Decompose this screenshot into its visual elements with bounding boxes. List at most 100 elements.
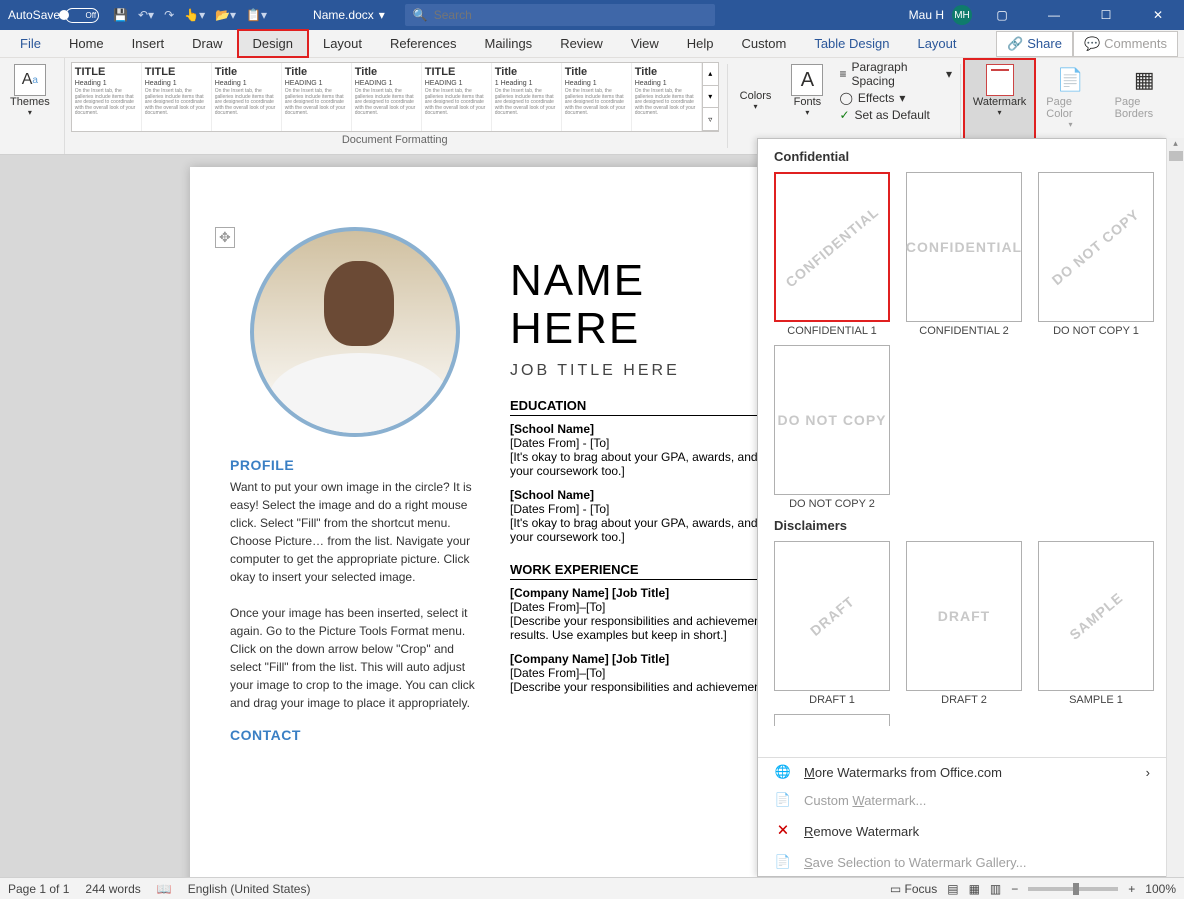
close-icon[interactable]: ✕ (1136, 0, 1180, 30)
style-gallery-item[interactable]: TitleHeading 1On the Insert tab, the gal… (212, 63, 282, 131)
style-gallery-item[interactable]: Title1 Heading 1On the Insert tab, the g… (492, 63, 562, 131)
watermark-thumbnail[interactable]: CONFIDENTIAL (906, 172, 1022, 322)
avatar[interactable]: MH (952, 5, 972, 25)
word-count[interactable]: 244 words (85, 882, 140, 896)
style-gallery-item[interactable]: TitleHEADING 1On the Insert tab, the gal… (282, 63, 352, 131)
minimize-icon[interactable]: — (1032, 0, 1076, 30)
remove-watermark-item[interactable]: 🗙Remove Watermark (758, 814, 1166, 848)
style-gallery-item[interactable]: TITLEHEADING 1On the Insert tab, the gal… (422, 63, 492, 131)
zoom-out-button[interactable]: − (1011, 882, 1018, 896)
touch-mode-icon[interactable]: 👆▾ (184, 8, 205, 22)
watermark-thumbnail[interactable]: SAMPLE (1038, 541, 1154, 691)
autosave-toggle[interactable]: AutoSave Off (0, 8, 107, 23)
document-title[interactable]: Name.docx ▾ (313, 8, 385, 22)
search-box[interactable]: 🔍 (405, 4, 715, 26)
style-gallery-item[interactable]: TitleHeading 1On the Insert tab, the gal… (562, 63, 632, 131)
page-icon: 📄 (774, 792, 792, 808)
print-layout-icon[interactable]: ▦ (969, 882, 980, 896)
watermark-label: DRAFT 2 (941, 694, 987, 706)
tab-review[interactable]: Review (546, 31, 617, 56)
toggle-switch[interactable]: Off (65, 8, 99, 23)
web-layout-icon[interactable]: ▥ (990, 882, 1001, 896)
tab-insert[interactable]: Insert (118, 31, 179, 56)
open-icon[interactable]: 📂▾ (215, 8, 236, 22)
style-gallery-item[interactable]: TITLEHeading 1On the Insert tab, the gal… (142, 63, 212, 131)
copy-icon[interactable]: 📋▾ (246, 8, 267, 22)
style-gallery-item[interactable]: TITLEHeading 1On the Insert tab, the gal… (72, 63, 142, 131)
spell-check-icon[interactable]: 📖 (157, 882, 172, 896)
focus-mode-button[interactable]: ▭ Focus (890, 882, 937, 896)
watermark-thumbnail[interactable]: DO NOT COPY (1038, 172, 1154, 322)
watermark-thumbnail[interactable]: DRAFT (906, 541, 1022, 691)
watermark-label: SAMPLE 1 (1069, 694, 1123, 706)
status-bar: Page 1 of 1 244 words 📖 English (United … (0, 877, 1184, 899)
more-watermarks-item[interactable]: 🌐More Watermarks from Office.com› (758, 758, 1166, 786)
effects-button[interactable]: ◯Effects ▾ (839, 91, 952, 105)
page-indicator[interactable]: Page 1 of 1 (8, 882, 69, 896)
comments-button[interactable]: 💬 Comments (1073, 31, 1178, 57)
save-selection-item: 📄Save Selection to Watermark Gallery... (758, 848, 1166, 876)
tab-references[interactable]: References (376, 31, 470, 56)
group-label-formatting: Document Formatting (342, 134, 448, 146)
tab-table-layout[interactable]: Layout (903, 31, 970, 56)
style-gallery-item[interactable]: TitleHEADING 1On the Insert tab, the gal… (352, 63, 422, 131)
profile-photo[interactable] (250, 227, 460, 437)
effects-icon: ◯ (839, 91, 852, 105)
globe-icon: 🌐 (774, 764, 792, 780)
share-button[interactable]: 🔗 Share (996, 31, 1073, 57)
zoom-slider[interactable] (1028, 887, 1118, 891)
fonts-button[interactable]: A Fonts▾ (787, 62, 827, 119)
profile-text-2[interactable]: Once your image has been inserted, selec… (230, 604, 480, 712)
ribbon-display-icon[interactable]: ▢ (980, 0, 1024, 30)
tab-draw[interactable]: Draw (178, 31, 236, 56)
watermark-button[interactable]: Watermark▾ (969, 62, 1030, 119)
zoom-level[interactable]: 100% (1145, 882, 1176, 896)
tab-layout[interactable]: Layout (309, 31, 376, 56)
save-gallery-icon: 📄 (774, 854, 792, 870)
watermark-label: CONFIDENTIAL 1 (787, 325, 876, 337)
tab-file[interactable]: File (6, 31, 55, 56)
redo-icon[interactable]: ↷ (164, 8, 174, 22)
read-mode-icon[interactable]: ▤ (947, 882, 958, 896)
tab-help[interactable]: Help (673, 31, 728, 56)
user-name[interactable]: Mau H (909, 8, 944, 22)
save-icon[interactable]: 💾 (113, 8, 128, 22)
panel-scrollbar[interactable]: ▴ (1166, 138, 1184, 877)
watermark-label: DO NOT COPY 2 (789, 498, 875, 510)
tab-mailings[interactable]: Mailings (471, 31, 547, 56)
set-default-button[interactable]: ✓Set as Default (839, 108, 952, 122)
page-color-button[interactable]: 📄 Page Color▾ (1042, 62, 1098, 131)
search-input[interactable] (434, 8, 589, 22)
watermark-thumbnail[interactable]: DRAFT (774, 541, 890, 691)
colors-button[interactable]: Colors▾ (736, 62, 776, 113)
profile-text-1[interactable]: Want to put your own image in the circle… (230, 478, 480, 586)
page-borders-button[interactable]: ▦ Page Borders (1111, 62, 1178, 122)
colors-icon (743, 64, 769, 90)
paragraph-spacing-button[interactable]: ≡Paragraph Spacing ▾ (839, 60, 952, 88)
remove-icon: 🗙 (774, 820, 792, 842)
style-gallery[interactable]: TITLEHeading 1On the Insert tab, the gal… (71, 62, 719, 132)
watermark-thumbnail[interactable]: DO NOT COPY (774, 345, 890, 495)
tab-home[interactable]: Home (55, 31, 118, 56)
maximize-icon[interactable]: ☐ (1084, 0, 1128, 30)
contact-heading: CONTACT (230, 727, 480, 743)
language-indicator[interactable]: English (United States) (188, 882, 311, 896)
tab-table-design[interactable]: Table Design (800, 31, 903, 56)
tab-design[interactable]: Design (237, 29, 309, 58)
user-area: Mau H MH ▢ — ☐ ✕ (909, 0, 1184, 30)
tab-custom[interactable]: Custom (728, 31, 801, 56)
watermark-label: CONFIDENTIAL 2 (919, 325, 1008, 337)
anchor-icon[interactable]: ✥ (215, 227, 235, 248)
scroll-thumb[interactable] (1169, 151, 1183, 161)
themes-icon: Aa (14, 64, 46, 96)
chevron-right-icon: › (1146, 765, 1150, 780)
chevron-down-icon: ▾ (379, 8, 385, 22)
style-gallery-item[interactable]: TitleHeading 1On the Insert tab, the gal… (632, 63, 702, 131)
watermark-category-disclaimers: Disclaimers (774, 518, 1150, 533)
themes-button[interactable]: Aa Themes ▾ (6, 62, 54, 119)
watermark-thumbnail[interactable]: CONFIDENTIAL (774, 172, 890, 322)
undo-icon[interactable]: ↶▾ (138, 8, 154, 22)
zoom-in-button[interactable]: + (1128, 882, 1135, 896)
tab-view[interactable]: View (617, 31, 673, 56)
watermark-category-confidential: Confidential (774, 149, 1150, 164)
